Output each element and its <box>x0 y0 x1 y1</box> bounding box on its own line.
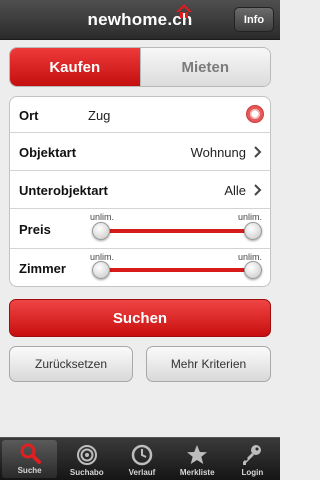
rooms-min-handle[interactable] <box>92 261 110 279</box>
search-form: Ort Zug Objektart Wohnung Unterobjektart… <box>9 96 271 287</box>
search-icon <box>20 443 41 464</box>
key-icon <box>243 445 262 465</box>
clear-location-icon[interactable] <box>246 105 264 123</box>
tab-label: Login <box>241 468 264 477</box>
target-icon <box>76 445 97 465</box>
tab-label: Suche <box>17 466 42 475</box>
clock-icon <box>131 444 153 466</box>
price-label: Preis <box>19 222 51 237</box>
subobject-type-value: Alle <box>224 183 246 198</box>
subobject-type-row[interactable]: Unterobjektart Alle <box>10 171 270 209</box>
star-icon <box>187 445 208 464</box>
reset-button[interactable]: Zurücksetzen <box>9 346 133 382</box>
object-type-label: Objektart <box>19 145 77 160</box>
tab-verlauf[interactable]: Verlauf <box>114 438 169 480</box>
location-label: Ort <box>19 108 39 123</box>
price-row: Preis unlim. unlim. <box>10 209 270 249</box>
price-max-handle[interactable] <box>244 222 262 240</box>
location-value[interactable]: Zug <box>88 108 110 123</box>
chevron-right-icon <box>254 184 262 196</box>
tab-label: Merkliste <box>179 468 215 477</box>
object-type-value: Wohnung <box>190 145 246 160</box>
tab-suchabo[interactable]: Suchabo <box>59 438 114 480</box>
rooms-label: Zimmer <box>19 261 66 276</box>
search-button[interactable]: Suchen <box>9 299 271 337</box>
location-row[interactable]: Ort Zug <box>10 97 270 133</box>
rooms-row: Zimmer unlim. unlim. <box>10 249 270 286</box>
header-bar: newhome.ch Info <box>0 0 280 40</box>
buy-rent-toggle: Kaufen Mieten <box>9 47 271 87</box>
tab-kaufen[interactable]: Kaufen <box>10 48 140 86</box>
tab-mieten[interactable]: Mieten <box>139 48 270 86</box>
tab-suche[interactable]: Suche <box>2 440 58 478</box>
tab-label: Verlauf <box>128 468 156 477</box>
tab-merkliste[interactable]: Merkliste <box>170 438 225 480</box>
info-button[interactable]: Info <box>234 7 274 32</box>
object-type-row[interactable]: Objektart Wohnung <box>10 133 270 171</box>
rooms-slider-track[interactable] <box>102 268 262 272</box>
tab-bar: Suche Suchabo Verlauf Merkliste Login <box>0 437 280 480</box>
price-min-label: unlim. <box>90 212 115 222</box>
price-min-handle[interactable] <box>92 222 110 240</box>
house-roof-icon <box>176 4 192 18</box>
more-criteria-button[interactable]: Mehr Kriterien <box>146 346 271 382</box>
rooms-max-handle[interactable] <box>244 261 262 279</box>
price-slider-track[interactable] <box>102 229 262 233</box>
price-max-label: unlim. <box>237 212 262 222</box>
subobject-type-label: Unterobjektart <box>19 183 108 198</box>
chevron-right-icon <box>254 146 262 158</box>
tab-label: Suchabo <box>69 468 104 477</box>
tab-login[interactable]: Login <box>225 438 280 480</box>
